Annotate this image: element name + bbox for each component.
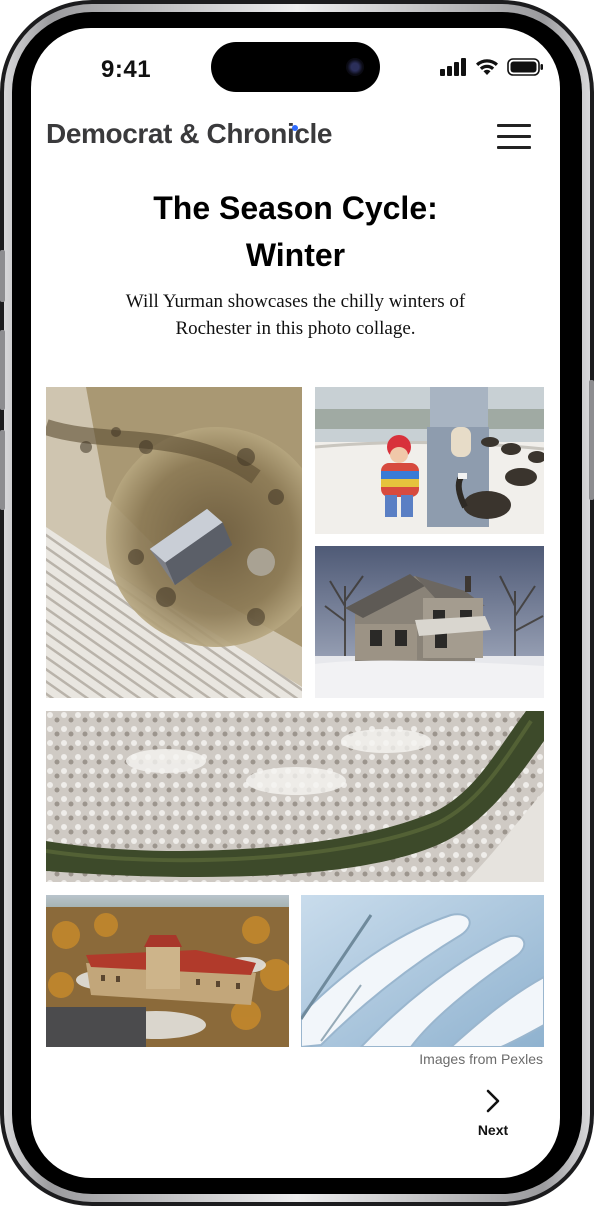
photo-aerial-river-snowy-forest[interactable] [46,711,544,882]
power-button [589,380,594,500]
article-subtitle-line2: Rochester in this photo collage. [175,318,416,339]
hamburger-menu-icon [497,124,531,127]
photo-old-wooden-house[interactable] [315,546,544,698]
battery-icon [507,58,543,76]
brand-logo[interactable]: Democrat & Chronicle [46,118,332,150]
article-subtitle-line1: Will Yurman showcases the chilly winters… [125,291,466,312]
dynamic-island [211,42,380,92]
photo-aerial-historic-building[interactable] [46,895,289,1047]
next-label: Next [477,1122,509,1138]
photo-child-with-geese[interactable] [315,387,544,534]
next-button[interactable]: Next [469,1086,517,1144]
article-title-line1: The Season Cycle: [153,190,438,226]
menu-button[interactable] [494,122,534,152]
photo-credit: Images from Pexles [419,1051,543,1067]
volume-down-button [0,430,5,510]
status-icons [440,58,544,76]
wifi-icon [476,59,498,75]
photo-snow-covered-bench[interactable] [301,895,544,1047]
chevron-right-icon [486,1089,500,1113]
status-time: 9:41 [101,56,152,83]
article-subtitle: Will Yurman showcases the chilly winters… [91,288,500,342]
photo-aerial-abandoned-farmhouse[interactable] [46,387,302,698]
phone-screen: 9:41 Democrat & Chronicle The Season Cyc… [31,28,560,1178]
article-title-line2: Winter [245,237,346,273]
front-camera-icon [346,58,364,76]
volume-mode-button [0,330,5,410]
brand-accent-dot [292,125,298,131]
cellular-signal-icon [440,58,466,76]
volume-up-button [0,250,5,302]
